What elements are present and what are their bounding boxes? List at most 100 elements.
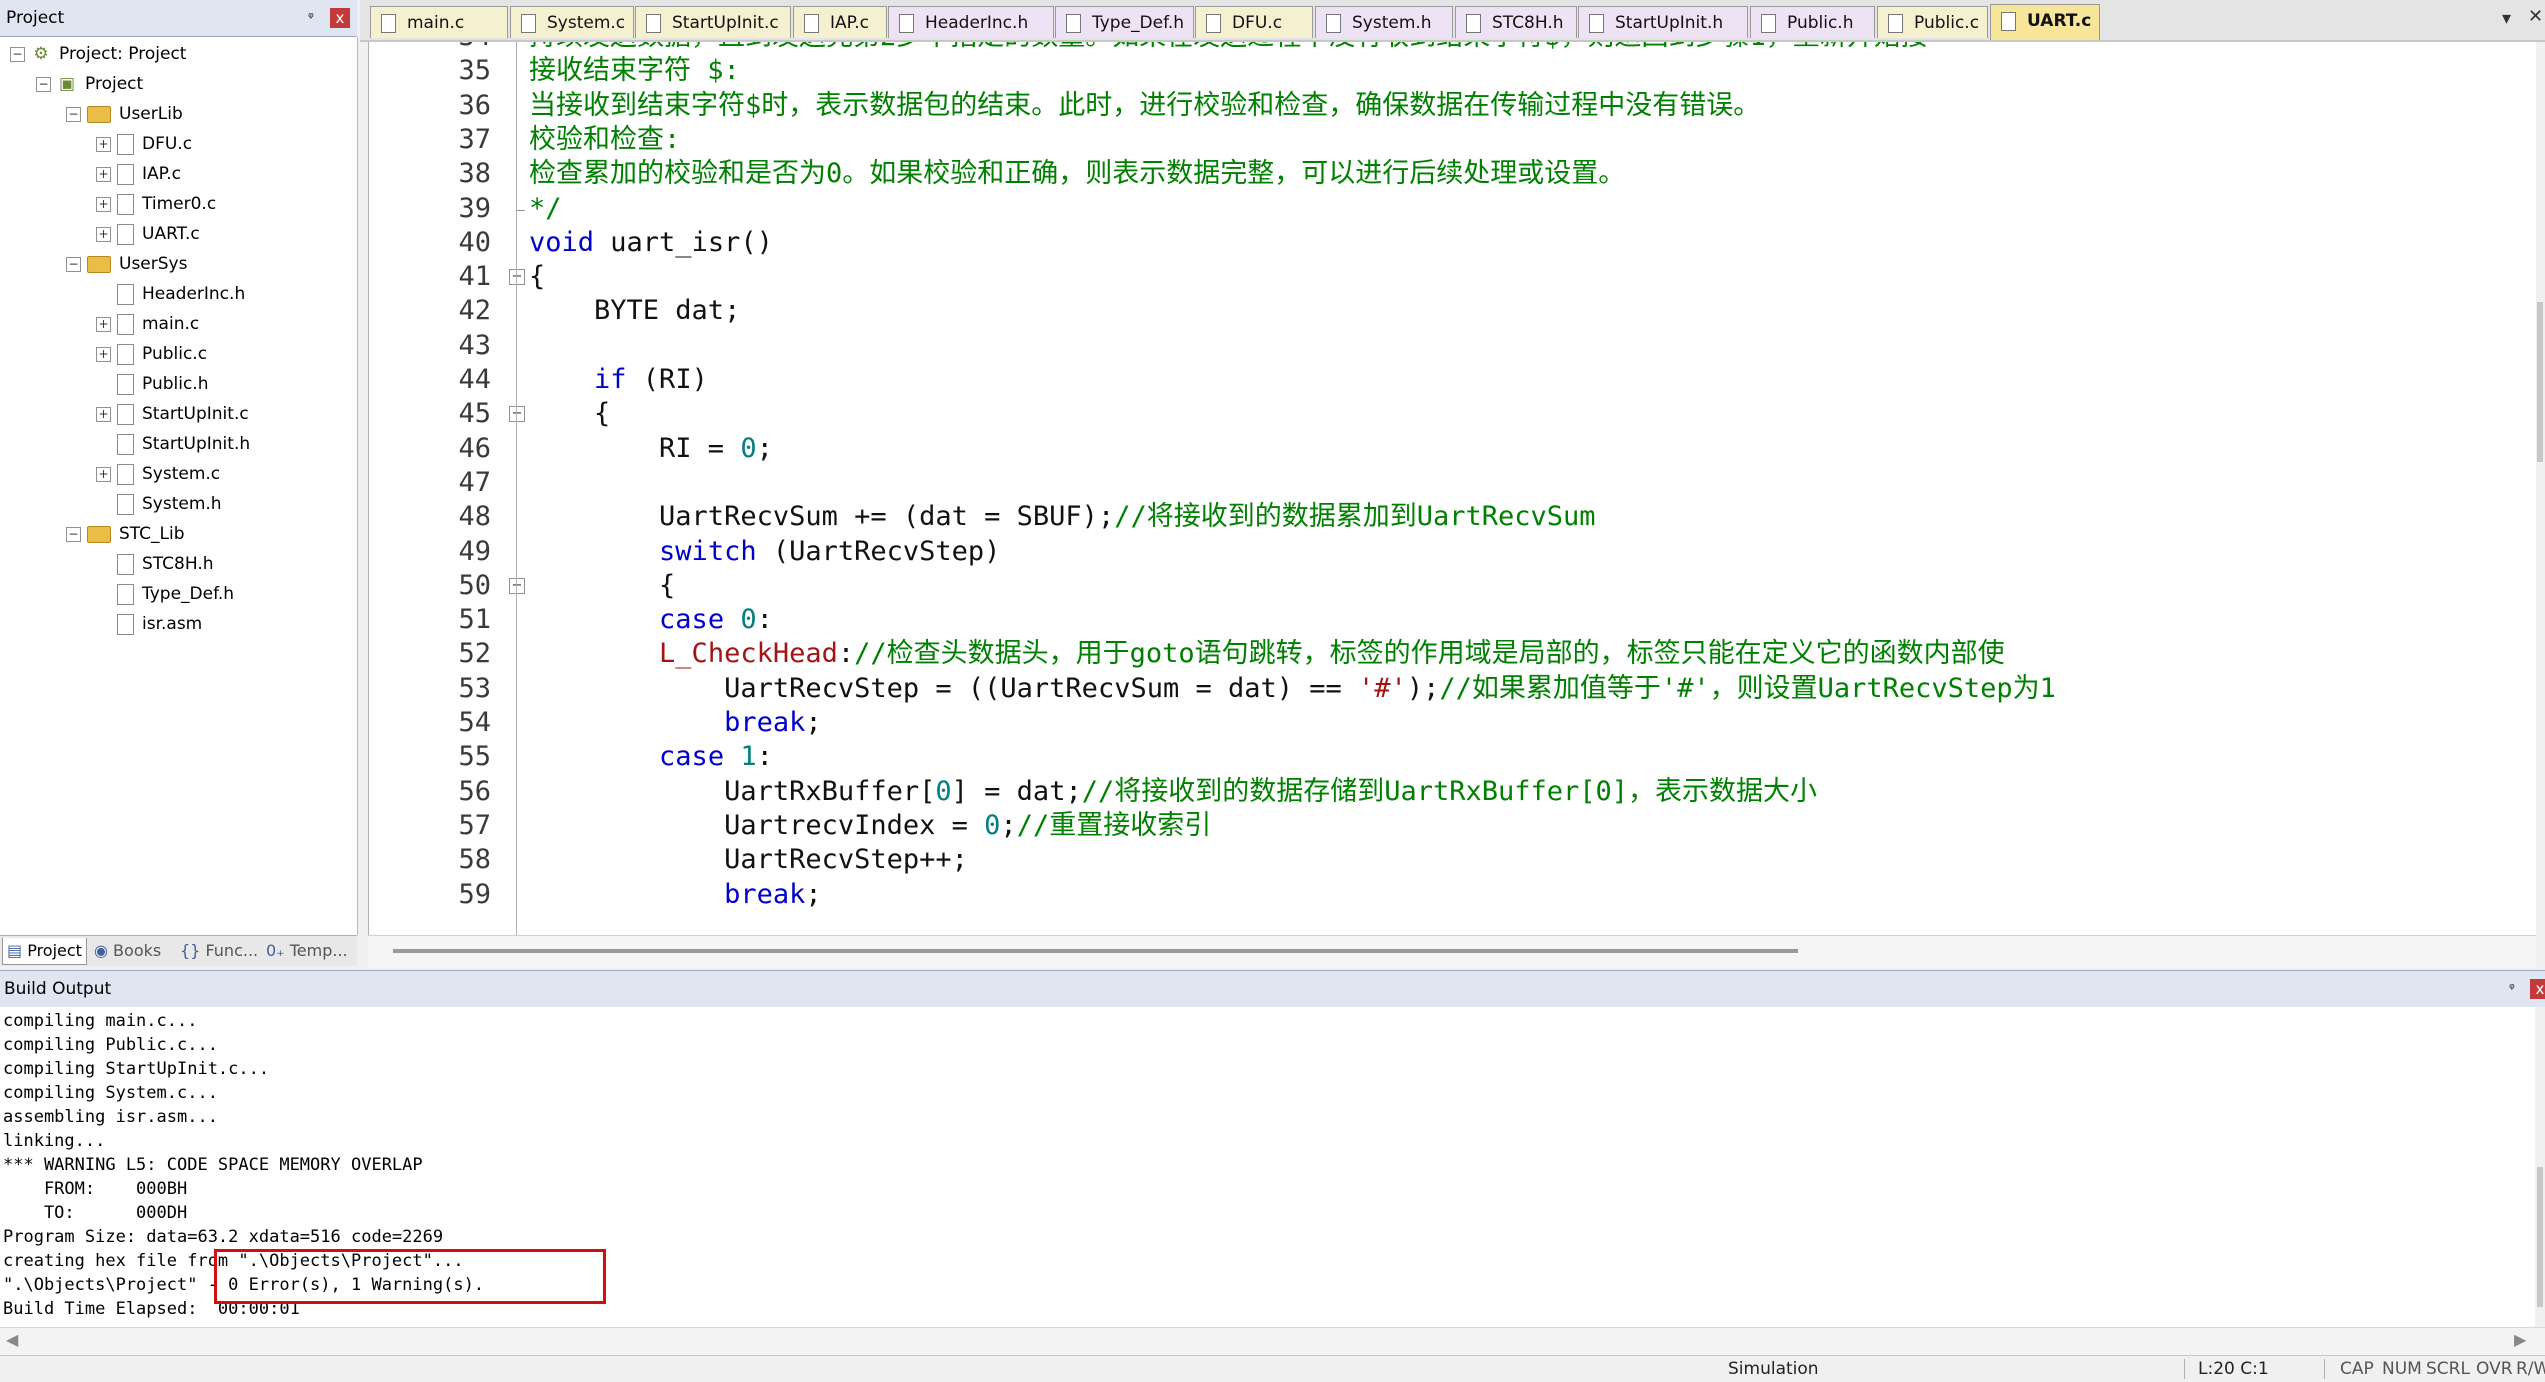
line-number: 49 — [458, 535, 491, 567]
editor-tab[interactable]: DFU.c — [1195, 6, 1313, 38]
tree-item-label: UserLib — [119, 104, 183, 124]
editor-tab-label: Public.c — [1914, 13, 1980, 33]
tree-item[interactable]: + UART.c — [96, 219, 200, 249]
file-icon — [117, 433, 134, 455]
tree-item[interactable]: + IAP.c — [96, 159, 181, 189]
tab-books[interactable]: ◉ Books — [90, 938, 165, 964]
pin-icon[interactable]: ᵠ — [308, 9, 314, 27]
editor-tab[interactable]: System.h — [1315, 6, 1453, 38]
expand-icon[interactable]: + — [96, 196, 111, 212]
line-number: 56 — [458, 775, 491, 807]
file-icon — [117, 313, 134, 335]
code-token: //重置接收索引 — [1016, 809, 1212, 841]
scroll-right-icon[interactable]: ▶ — [2514, 1330, 2526, 1349]
editor-vertical-scrollbar[interactable] — [2536, 42, 2545, 935]
tree-item[interactable]: + DFU.c — [96, 129, 192, 159]
line-number: 55 — [458, 741, 491, 773]
collapse-icon[interactable]: − — [36, 76, 51, 92]
editor-tab[interactable]: main.c — [370, 6, 508, 38]
scroll-left-icon[interactable]: ◀ — [6, 1330, 18, 1349]
code-token: //将接收到的数据累加到UartRecvSum — [1114, 501, 1596, 533]
editor-tab[interactable]: Public.c — [1877, 6, 1988, 38]
expand-icon[interactable]: + — [96, 226, 111, 242]
tab-func[interactable]: {} Func... — [176, 938, 262, 964]
build-output-line: compiling main.c... — [3, 1011, 198, 1031]
tab-project[interactable]: ▤ Project — [2, 938, 87, 965]
code-token: 持续发送数据，直到发送完第2步中指定的数量。如果在发送过程中没有收到结束字符$，… — [529, 42, 1928, 52]
file-icon — [899, 14, 914, 33]
editor-tab[interactable]: Type_Def.h — [1055, 6, 1194, 38]
tree-item[interactable]: HeaderInc.h — [96, 279, 245, 309]
tree-item[interactable]: + System.c — [96, 459, 220, 489]
editor-tab[interactable]: IAP.c — [793, 6, 887, 38]
collapse-icon[interactable]: − — [66, 256, 81, 272]
fold-end-marker — [516, 191, 525, 211]
scroll-thumb[interactable] — [393, 949, 1798, 953]
editor-tab[interactable]: Public.h — [1750, 6, 1875, 38]
tab-list-dropdown-icon[interactable]: ▾ — [2502, 8, 2511, 29]
file-icon — [117, 553, 134, 575]
code-token: RI = — [529, 432, 741, 464]
fold-collapse-icon[interactable]: − — [509, 577, 525, 594]
editor-tab-bar: main.c System.c StartUpInit.c IAP.c HeaderIn… — [360, 0, 2545, 42]
code-editor[interactable]: 34 持续发送数据，直到发送完第2步中指定的数量。如果在发送过程中没有收到结束字符… — [368, 42, 2537, 935]
editor-horizontal-scrollbar[interactable] — [368, 935, 2536, 968]
tree-item[interactable]: StartUpInit.h — [96, 429, 250, 459]
editor-tab[interactable]: UART.c — [1990, 4, 2100, 40]
fold-collapse-icon[interactable]: − — [509, 269, 525, 286]
line-number: 47 — [458, 466, 491, 498]
tree-item[interactable]: isr.asm — [96, 609, 202, 639]
status-separator — [2184, 1359, 2185, 1379]
expand-icon[interactable]: + — [96, 136, 111, 152]
pin-icon[interactable]: ᵠ — [2509, 971, 2515, 1007]
collapse-icon[interactable]: − — [66, 526, 81, 542]
code-line: 43 — [369, 329, 2537, 363]
tree-item[interactable]: − ▣ Project — [36, 69, 143, 99]
editor-tab[interactable]: StartUpInit.h — [1578, 6, 1748, 38]
scroll-thumb[interactable] — [2537, 1167, 2543, 1307]
tree-item[interactable]: + Public.c — [96, 339, 207, 369]
tree-item[interactable]: − STC_Lib — [66, 519, 185, 549]
tree-item-label: UserSys — [119, 254, 188, 274]
editor-tab[interactable]: HeaderInc.h — [888, 6, 1054, 38]
editor-tab[interactable]: StartUpInit.c — [635, 6, 791, 38]
expand-icon[interactable]: + — [96, 346, 111, 362]
close-icon[interactable]: x — [2530, 979, 2545, 999]
folder-icon — [87, 525, 111, 543]
tree-item[interactable]: − UserLib — [66, 99, 183, 129]
editor-tab[interactable]: STC8H.h — [1455, 6, 1577, 38]
tab-temp[interactable]: 0₊ Temp... — [262, 938, 352, 964]
file-icon — [117, 403, 134, 425]
code-line: 41 −{ — [369, 260, 2537, 294]
tree-item[interactable]: STC8H.h — [96, 549, 214, 579]
tree-item[interactable]: − ⚙ Project: Project — [10, 39, 186, 69]
tree-item-label: Project: Project — [59, 44, 187, 64]
scroll-thumb[interactable] — [2537, 302, 2543, 462]
close-icon[interactable]: x — [330, 8, 350, 28]
expand-icon[interactable]: + — [96, 166, 111, 182]
file-icon — [381, 14, 396, 33]
build-output-vertical-scrollbar[interactable] — [2535, 1007, 2545, 1327]
tree-item[interactable]: + StartUpInit.c — [96, 399, 249, 429]
tree-item[interactable]: + Timer0.c — [96, 189, 216, 219]
collapse-icon[interactable]: − — [66, 106, 81, 122]
expand-icon[interactable]: + — [96, 406, 111, 422]
expand-icon[interactable]: + — [96, 316, 111, 332]
editor-tab-label: HeaderInc.h — [925, 13, 1029, 33]
editor-tab-label: Type_Def.h — [1092, 13, 1185, 33]
fold-collapse-icon[interactable]: − — [509, 406, 525, 423]
code-text: 接收结束字符 $: — [529, 54, 740, 88]
tree-item[interactable]: System.h — [96, 489, 222, 519]
tree-item-label: UART.c — [142, 224, 200, 244]
tree-item[interactable]: Type_Def.h — [96, 579, 234, 609]
build-output-horizontal-scrollbar[interactable]: ◀ ▶ — [0, 1327, 2545, 1356]
tree-item[interactable]: − UserSys — [66, 249, 187, 279]
collapse-icon[interactable]: − — [10, 46, 25, 62]
tree-item[interactable]: Public.h — [96, 369, 209, 399]
tree-item[interactable]: + main.c — [96, 309, 199, 339]
editor-tab[interactable]: System.c — [510, 6, 634, 38]
expand-icon[interactable]: + — [96, 466, 111, 482]
file-icon — [1466, 14, 1481, 33]
close-tab-icon[interactable]: ✕ — [2528, 6, 2543, 27]
